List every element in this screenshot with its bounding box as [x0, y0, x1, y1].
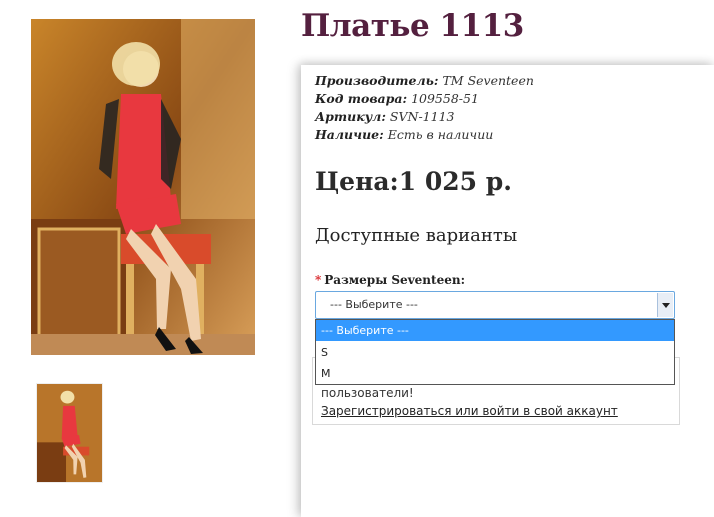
- variants-heading: Доступные варианты: [315, 225, 518, 246]
- manufacturer-label: Производитель:: [315, 73, 439, 88]
- product-info-panel: Производитель: TM Seventeen Код товара: …: [301, 65, 714, 517]
- availability-row: Наличие: Есть в наличии: [315, 126, 534, 144]
- thumbnail-illustration: [37, 384, 102, 482]
- product-photo-illustration: [31, 19, 255, 355]
- size-option-m[interactable]: M: [316, 363, 674, 384]
- product-title: Платье 1113: [301, 8, 524, 44]
- size-label: * Размеры Seventeen:: [315, 273, 465, 287]
- size-select-value: --- Выберите ---: [330, 298, 418, 311]
- login-register-link[interactable]: Зарегистрироваться или войти в свой акка…: [321, 404, 618, 418]
- product-main-image[interactable]: [31, 19, 255, 355]
- code-value: 109558-51: [411, 91, 479, 106]
- product-thumbnail[interactable]: [36, 383, 103, 483]
- article-row: Артикул: SVN-1113: [315, 108, 534, 126]
- manufacturer-value: TM Seventeen: [442, 73, 534, 88]
- availability-label: Наличие:: [315, 127, 384, 142]
- size-label-text: Размеры Seventeen:: [324, 273, 465, 287]
- size-dropdown-list: --- Выберите --- S M: [315, 319, 675, 385]
- size-option-s[interactable]: S: [316, 342, 674, 363]
- manufacturer-row: Производитель: TM Seventeen: [315, 72, 534, 90]
- article-value: SVN-1113: [389, 109, 455, 124]
- product-meta: Производитель: TM Seventeen Код товара: …: [315, 72, 534, 144]
- article-label: Артикул:: [315, 109, 386, 124]
- code-label: Код товара:: [315, 91, 408, 106]
- size-select[interactable]: --- Выберите ---: [315, 291, 675, 319]
- chevron-down-icon[interactable]: [657, 293, 673, 317]
- required-mark: *: [315, 273, 322, 287]
- product-price: Цена:1 025 р.: [315, 167, 512, 196]
- size-option-placeholder[interactable]: --- Выберите ---: [316, 320, 674, 341]
- code-row: Код товара: 109558-51: [315, 90, 534, 108]
- availability-value: Есть в наличии: [387, 127, 494, 142]
- login-notice-text: пользователи!: [321, 386, 414, 400]
